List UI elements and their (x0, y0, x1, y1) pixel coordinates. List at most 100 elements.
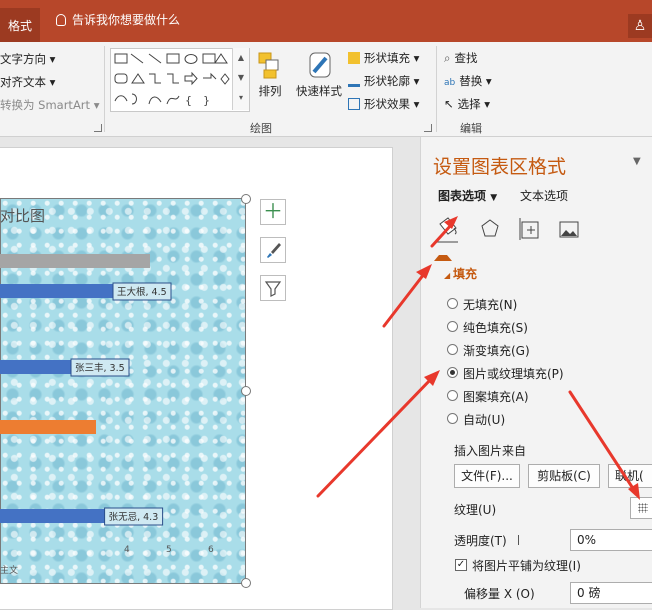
collapse-chevron-icon: ◢ (444, 271, 453, 280)
file-button[interactable]: 文件(F)... (454, 464, 520, 488)
tile-checkbox-label: 将图片平铺为纹理(I) (472, 559, 581, 573)
chart-styles-brush-icon[interactable] (260, 237, 286, 263)
fill-option-radio[interactable] (447, 321, 458, 332)
gallery-more-icon[interactable]: ▾ (233, 88, 249, 108)
picture-icon (559, 221, 579, 238)
chart-filters-funnel-icon[interactable] (260, 275, 286, 301)
resize-handle[interactable] (241, 578, 251, 588)
tell-me-search[interactable]: 告诉我你想要做什么 (56, 10, 180, 30)
text-direction-label: 文字方向 (0, 52, 46, 66)
fill-option-label[interactable]: 渐变填充(G) (463, 342, 530, 359)
data-label: 张无忌, 4.3 (109, 512, 159, 523)
texture-label: 纹理(U) (454, 503, 497, 517)
pane-category-icons (434, 217, 579, 243)
data-label: 王大根, 4.5 (117, 286, 167, 298)
shape-fill-button[interactable]: 形状填充 ▾ (348, 50, 419, 66)
fill-option-label[interactable]: 图片或纹理填充(P) (463, 365, 564, 382)
texture-picker-button[interactable] (630, 497, 652, 519)
chart-elements-plus-icon[interactable]: ＋ (260, 199, 286, 225)
fill-option-label[interactable]: 自动(U) (463, 411, 505, 428)
fill-option-label[interactable]: 无填充(N) (463, 296, 517, 313)
find-label: 查找 (454, 51, 478, 65)
data-label: 张三丰, 3.5 (75, 362, 125, 374)
tell-me-label: 告诉我你想要做什么 (72, 13, 181, 27)
lightbulb-icon (56, 14, 66, 26)
align-text-button[interactable]: 对齐文本 ▾ (0, 74, 55, 90)
find-icon: ⌕ (444, 51, 451, 65)
select-label: 选择 (457, 97, 481, 111)
group-label-editing: 编辑 (460, 122, 482, 135)
bar-1[interactable] (0, 360, 73, 374)
section-fill-header[interactable]: ◢ 填充 (444, 265, 477, 282)
shapes-grid-icon: {} (114, 53, 230, 107)
chevron-down-icon: ▼ (490, 193, 498, 203)
transparency-input[interactable]: 0% (570, 529, 652, 551)
scroll-up-icon[interactable]: ▲ (233, 48, 249, 68)
transparency-slider[interactable] (518, 535, 519, 545)
fill-option-radio[interactable] (447, 413, 458, 424)
fill-option-radio[interactable] (447, 367, 458, 378)
offset-x-input[interactable]: 0 磅 (570, 582, 652, 604)
tile-checkbox[interactable]: ✓ (455, 559, 467, 571)
gallery-scrollbar[interactable]: ▲ ▼ ▾ (232, 48, 249, 110)
fill-line-icon (434, 217, 458, 243)
effects-pentagon-icon (481, 219, 499, 237)
convert-smartart-button[interactable]: 转换为 SmartArt ▾ (0, 97, 99, 113)
fill-option-radio[interactable] (447, 390, 458, 401)
replace-icon: ab (444, 78, 456, 88)
x-tick-label: 4 (124, 545, 130, 555)
pane-options-chevron-icon[interactable]: ▼ (633, 156, 641, 167)
series-bar-orange[interactable] (0, 420, 96, 434)
clipboard-button[interactable]: 剪贴板(C) (528, 464, 600, 488)
texture-icon (638, 503, 648, 513)
tab-format[interactable]: 格式 (0, 8, 40, 42)
shape-effects-button[interactable]: 形状效果 ▾ (348, 96, 419, 112)
arrange-label: 排列 (258, 84, 282, 98)
drawing-launcher-icon[interactable] (424, 124, 432, 132)
shape-fill-label: 形状填充 (364, 51, 410, 65)
paint-bucket-icon (348, 52, 360, 64)
quick-styles-button[interactable]: 快速样式 (292, 50, 346, 99)
effects-icon (348, 98, 360, 110)
section-fill-label: 填充 (452, 267, 477, 281)
resize-handle[interactable] (241, 386, 251, 396)
shape-outline-label: 形状轮廓 (364, 74, 410, 88)
arrange-icon (258, 52, 279, 79)
scroll-down-icon[interactable]: ▼ (233, 68, 249, 88)
group-label-drawing: 绘图 (250, 122, 272, 135)
insert-from-label: 插入图片来自 (454, 444, 527, 458)
chart-plot: 王大根, 4.5 张三丰, 3.5 张无忌, 4.3 4 5 6 (0, 254, 214, 555)
pen-icon (348, 75, 360, 87)
shape-outline-button[interactable]: 形状轮廓 ▾ (348, 73, 419, 89)
share-user-icon[interactable]: ♙ (628, 14, 652, 38)
bar-0[interactable] (0, 284, 115, 298)
arrange-button[interactable]: 排列 (252, 50, 288, 99)
fill-option-radio[interactable] (447, 344, 458, 355)
tab-text-options[interactable]: 文本选项 (520, 187, 568, 204)
svg-text:{: { (185, 94, 192, 107)
x-tick-label: 6 (208, 545, 214, 555)
ribbon-separator (436, 46, 437, 132)
fill-option-radio[interactable] (447, 298, 458, 309)
select-button[interactable]: ↖ 选择 ▾ (444, 96, 490, 112)
convert-smartart-label: 转换为 SmartArt (0, 98, 91, 112)
fill-option-label[interactable]: 纯色填充(S) (463, 319, 528, 336)
svg-text:}: } (203, 94, 210, 107)
paragraph-launcher-icon[interactable] (94, 124, 102, 132)
offset-x-label: 偏移量 X (O) (464, 587, 535, 601)
fill-option-label[interactable]: 图案填充(A) (463, 388, 529, 405)
find-button[interactable]: ⌕ 查找 (444, 50, 477, 66)
shapes-gallery[interactable]: {} (110, 48, 250, 112)
resize-handle[interactable] (241, 194, 251, 204)
replace-button[interactable]: ab 替换 ▾ (444, 73, 492, 89)
bar-2[interactable] (0, 509, 107, 523)
series-bar-gray[interactable] (0, 254, 150, 268)
tab-chart-options[interactable]: 图表选项 ▼ (438, 187, 497, 204)
online-button[interactable]: 联机( (608, 464, 652, 488)
cursor-icon: ↖ (444, 97, 454, 111)
transparency-label: 透明度(T) (454, 534, 507, 548)
selected-category-marker (434, 255, 452, 261)
quick-styles-icon (309, 52, 331, 78)
x-tick-label: 5 (166, 545, 172, 555)
text-direction-button[interactable]: 文字方向 ▾ (0, 51, 55, 67)
